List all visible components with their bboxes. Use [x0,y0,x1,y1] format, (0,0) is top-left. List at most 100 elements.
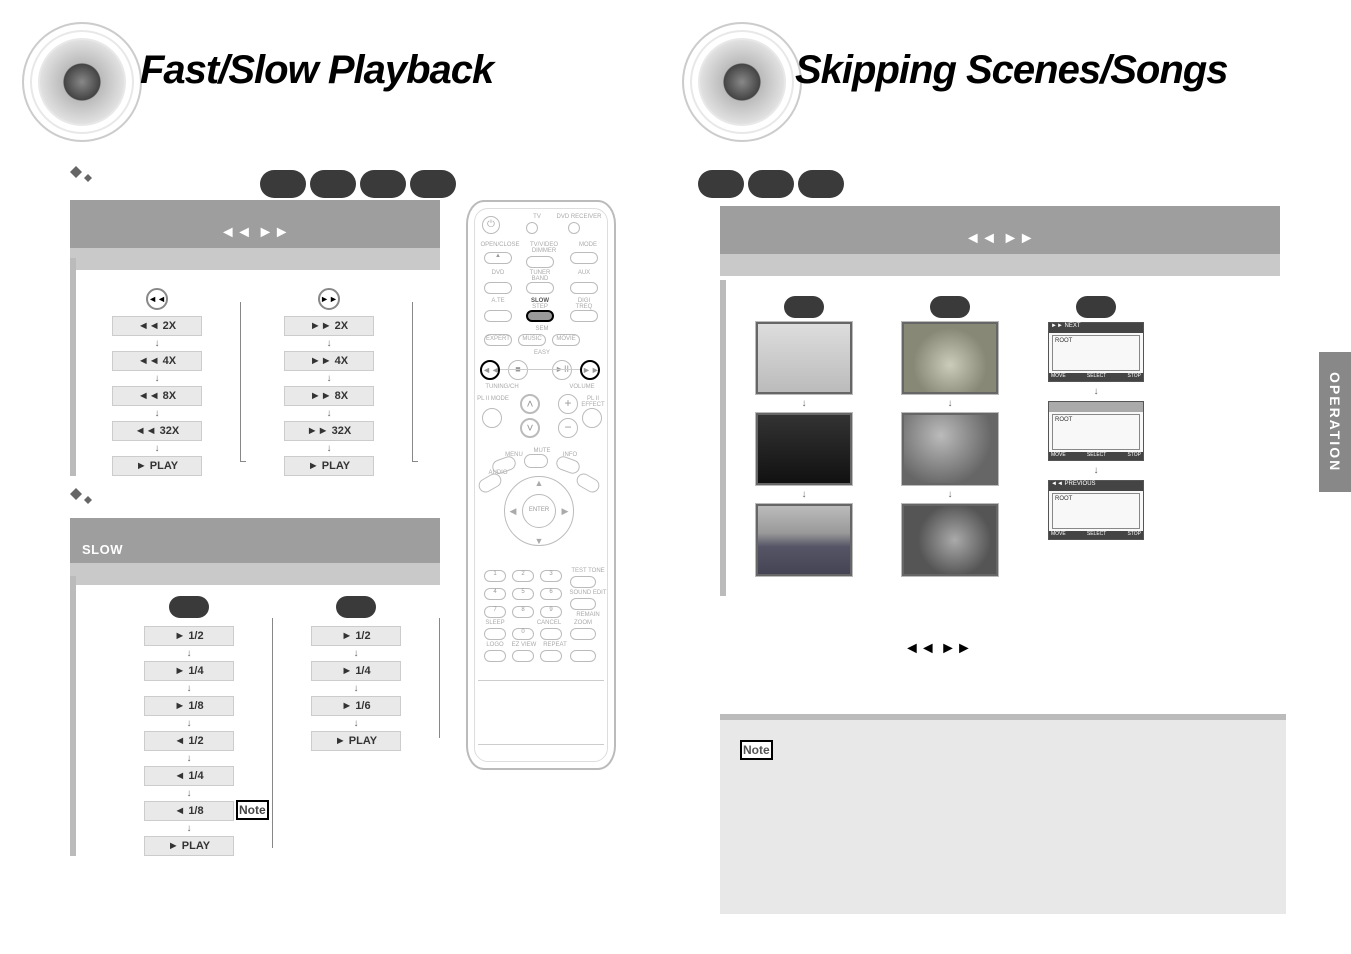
note-label: Note [236,800,269,820]
tv-led-icon [526,222,538,234]
speed-step: ► PLAY [144,836,234,856]
slow-playback-header: SLOW [70,518,440,585]
speed-step: ►► 8X [284,386,374,406]
thumbnail-waterfall [756,504,852,576]
enter-button: ENTER [522,494,556,528]
volume-up-icon: + [558,394,578,414]
mp3-foot-stop: STOP [1127,531,1141,539]
remote-label: DIMMER [526,248,562,254]
ate-button [484,310,512,322]
remote-label: DVD RECEIVER [552,214,606,220]
skip-body: ↓ ↓ ↓ ↓ ►► NEXT ROOT MOVESEL [720,280,1280,596]
speaker-decoration-icon [22,22,142,142]
nav-up-icon: ▲ [534,478,544,488]
speed-step: ◄◄ 2X [112,316,202,336]
remote-label: AUX [570,270,598,276]
speed-step: ►► 4X [284,351,374,371]
media-badge [930,296,970,318]
speed-step: ◄ 1/2 [144,731,234,751]
sparkle-icon [70,482,100,517]
thumbnail-beach [756,322,852,394]
media-badge [698,170,744,198]
num-1-button: 1 [484,570,506,582]
thumbnail-cheetah [902,413,998,485]
receiver-led-icon [568,222,580,234]
remote-label: EZ VIEW [508,642,540,648]
remote-label: DIGI TREQ [570,298,598,310]
soundedit-button [570,598,596,610]
sparkle-icon [70,160,100,195]
skip-header: ◄◄ ►► [720,206,1280,276]
remote-label: MODE [570,242,606,248]
connector-line [412,302,418,462]
channel-up-icon: ˄ [520,394,540,414]
page-title-left: Fast/Slow Playback [140,48,493,93]
ezview-button [512,650,534,662]
remote-label: VOLUME [560,384,604,390]
speed-step: ◄◄ 4X [112,351,202,371]
dvd-skip-column: ↓ ↓ [756,296,852,576]
nav-right-icon: ▶ [560,506,570,517]
num-9-button: 9 [540,606,562,618]
remote-divider [500,369,580,370]
mp3-screen-next: ►► NEXT ROOT MOVESELECTSTOP [1048,322,1144,382]
mp3-next-label: ►► NEXT [1049,323,1143,333]
bottom-skip-icons: ◄◄ ►► [904,640,972,658]
mp3-skip-column: ►► NEXT ROOT MOVESELECTSTOP ↓ ROOT MOVES… [1048,296,1144,540]
speed-step: ◄ 1/4 [144,766,234,786]
num-4-button: 4 [484,588,506,600]
dvd-button [484,282,512,294]
tuner-button [526,282,554,294]
remote-divider [478,744,604,745]
mp3-foot-select: SELECT [1087,373,1106,381]
page-right: Skipping Scenes/Songs ◄◄ ►► ↓ ↓ ↓ [660,0,1351,954]
stop-icon: ■ [508,360,528,380]
speed-step: ►► 2X [284,316,374,336]
connector-line [240,302,246,462]
open-close-button: ▲ [484,252,512,264]
remote-label: MOVIE [552,336,580,342]
mp3-foot-move: MOVE [1051,452,1066,460]
media-badge [410,170,456,198]
num-8-button: 8 [512,606,534,618]
mp3-previous-label: ◄◄ PREVIOUS [1049,481,1143,491]
media-badge [784,296,824,318]
tvvideo-button [526,256,554,268]
speed-step: ◄ 1/8 [144,801,234,821]
mp3-foot-select: SELECT [1087,452,1106,460]
speed-step: ► 1/4 [311,661,401,681]
mp3-screen-previous: ◄◄ PREVIOUS ROOT MOVESELECTSTOP [1048,480,1144,540]
speed-step: ► 1/6 [311,696,401,716]
thumbnail-raccoon [902,504,998,576]
remote-label: SLEEP [482,620,508,626]
skip-note-block: Note [720,714,1286,914]
num-3-button: 3 [540,570,562,582]
num-0-button: 0 [512,628,534,640]
repeat-button [540,650,562,662]
media-badge [1076,296,1116,318]
mp3-root-label: ROOT [1053,494,1139,504]
play-pause-icon: ►II [552,360,572,380]
remain-button [570,650,596,662]
speed-step: ► 1/8 [144,696,234,716]
remote-label: EXPERT [484,336,512,342]
remote-label: TV [526,214,548,220]
slow-dvd-column: ► 1/2↓ ► 1/4↓ ► 1/8↓ ◄ 1/2↓ ◄ 1/4↓ ◄ 1/8… [144,596,234,856]
remote-label: EASY [528,350,556,356]
skip-fwd-icon: ►► [580,360,600,380]
mode-button [570,252,598,264]
side-tab-operation: OPERATION [1319,352,1351,492]
skip-forward-icon: ►► [318,288,340,310]
fast-header-icons: ◄◄ ►► [70,218,440,248]
remote-label: SEM [528,326,556,332]
remote-label: MUSIC [518,336,546,342]
nav-left-icon: ◀ [508,506,518,517]
mp3-foot-move: MOVE [1051,373,1066,381]
note-label: Note [740,740,773,760]
pl2-mode-button [482,408,502,428]
speed-step: ► PLAY [284,456,374,476]
skip-back-icon: ◄◄ [480,360,500,380]
media-badge [336,596,376,618]
remote-label: LOGO [482,642,508,648]
num-2-button: 2 [512,570,534,582]
